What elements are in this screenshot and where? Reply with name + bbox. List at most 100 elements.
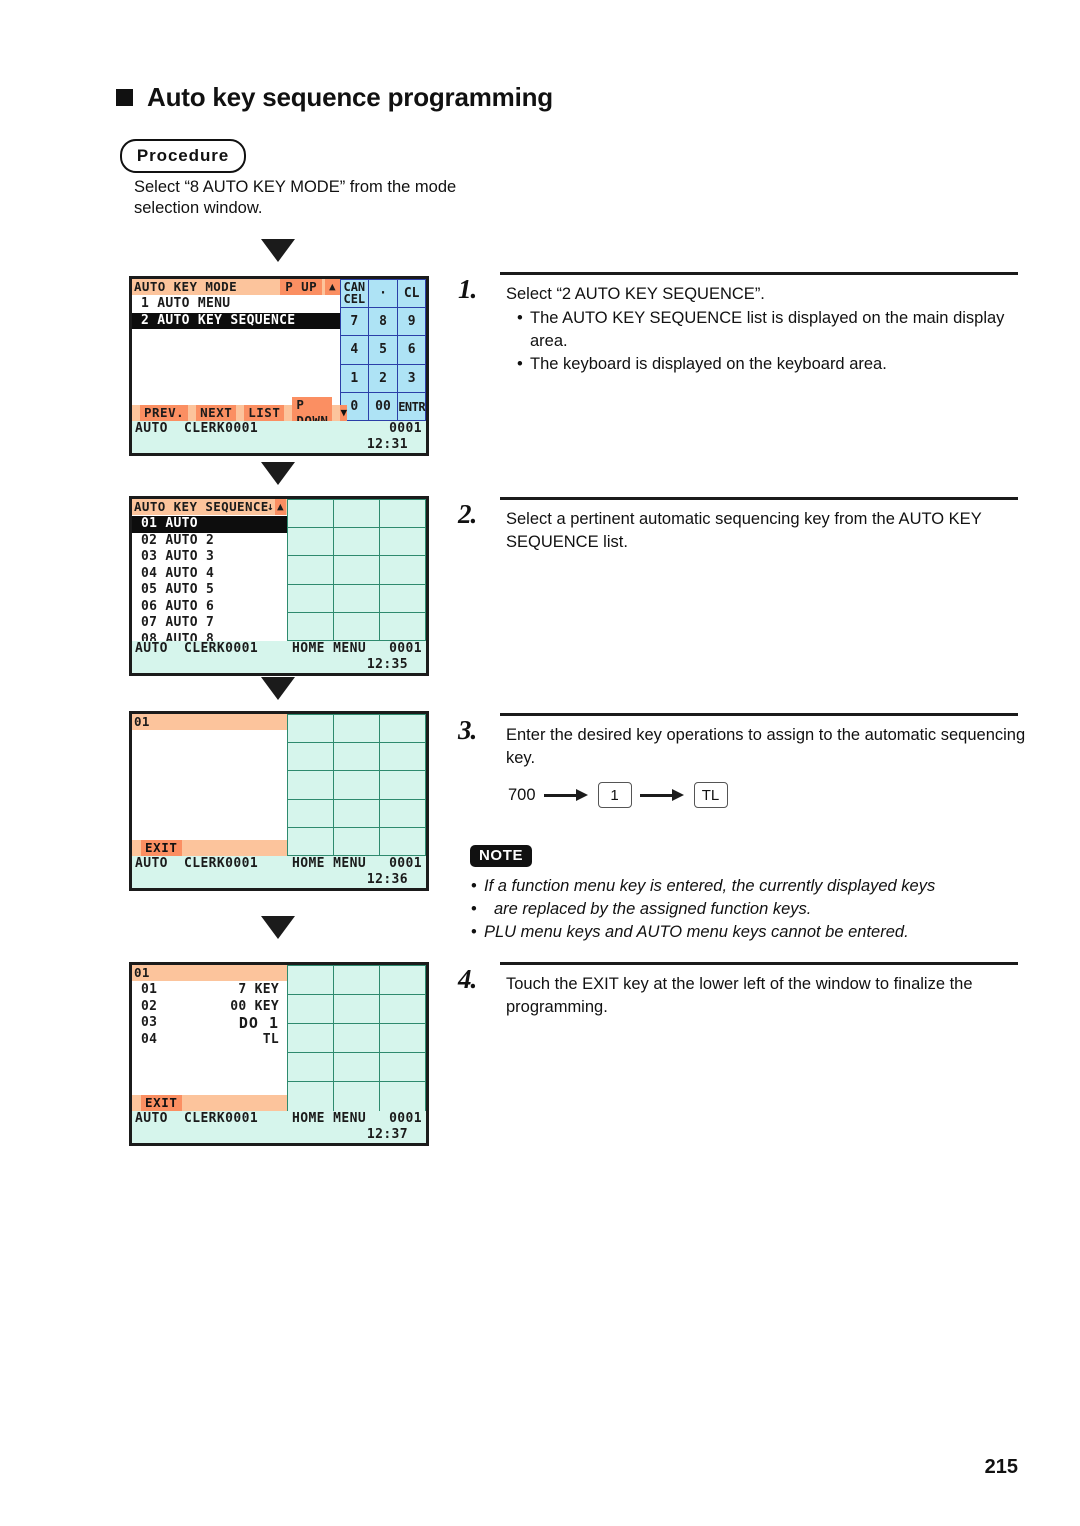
keyboard-cell[interactable] [286,798,334,829]
keyboard-cell[interactable] [379,612,426,642]
keyboard-cell[interactable] [332,1081,381,1112]
keyboard-cell[interactable] [286,714,334,743]
step-number: 2. [458,499,477,529]
key-sequence-key-tl[interactable]: TL [693,782,728,808]
status-number: 0001 [389,1111,422,1126]
digit-key-6[interactable]: 6 [396,335,426,365]
keyboard-cell[interactable] [379,1052,426,1083]
exit-button[interactable]: EXIT [141,1095,182,1111]
keyboard-cell[interactable] [379,798,426,829]
keyboard-cell[interactable] [332,1022,381,1054]
keyboard-cell[interactable] [286,612,334,642]
digit-key-8[interactable]: 8 [368,306,398,337]
keyboard-cell[interactable] [332,965,381,995]
step-bullet: The AUTO KEY SEQUENCE list is displayed … [517,307,1018,353]
clear-key[interactable]: CL [396,279,426,308]
keyboard-cell[interactable] [332,612,381,642]
keyboard-cell[interactable] [332,1052,381,1083]
key-sequence-key-1[interactable]: 1 [597,782,632,808]
cancel-key-line2: CEL [343,292,366,307]
keyboard-cell[interactable] [332,583,381,614]
list-item[interactable]: 06 AUTO 6 [132,599,287,616]
keyboard-cell[interactable] [332,526,381,557]
keyboard-cell[interactable] [286,770,334,800]
list-item[interactable]: 05 AUTO 5 [132,582,287,599]
keyboard-cell[interactable] [379,827,426,857]
keyboard-cell[interactable] [332,555,381,585]
lcd-status-bar: AUTO CLERK0001 HOME MENU 0001 12:35 [132,641,426,673]
flow-arrow-icon [261,462,295,485]
keyboard-cell[interactable] [286,499,334,528]
lcd-screen-filled-sequence: 01 01 7 KEY 02 00 KEY 03 DO 1 04 TL EXIT… [129,962,429,1146]
digit-key-1[interactable]: 1 [339,363,370,394]
keyboard-cell[interactable] [286,965,334,995]
status-time: 12:37 [366,1127,408,1142]
decimal-key[interactable]: · [368,279,398,308]
exit-button[interactable]: EXIT [141,840,182,856]
keyboard-cell[interactable] [286,1081,334,1112]
keyboard-cell[interactable] [379,499,426,528]
next-button[interactable]: NEXT [196,405,237,421]
digit-key-2[interactable]: 2 [368,363,398,394]
step-bullet: The keyboard is displayed on the keyboar… [517,353,1018,376]
keyboard-cell[interactable] [286,583,334,614]
sequence-entry-row[interactable]: 02 00 KEY [132,999,287,1016]
digit-key-7[interactable]: 7 [339,306,370,337]
scroll-up-icon[interactable]: ▲ [274,499,286,515]
keyboard-cell[interactable] [379,741,426,772]
list-item[interactable]: 04 AUTO 4 [132,566,287,583]
keyboard-cell[interactable] [379,1081,426,1112]
status-menu: HOME MENU [292,641,367,656]
keyboard-cell[interactable] [332,499,381,528]
scroll-down-icon[interactable]: ▼ [340,405,348,421]
list-button[interactable]: LIST [244,405,285,421]
sequence-entry-row[interactable]: 03 DO 1 [132,1015,287,1032]
list-item-selected[interactable]: 2 AUTO KEY SEQUENCE [132,312,340,329]
keyboard-cell[interactable] [286,827,334,857]
keyboard-cell[interactable] [332,741,381,772]
enter-key[interactable]: ENTR [396,392,426,422]
list-item-selected[interactable]: 01 AUTO [132,516,287,533]
keyboard-cell[interactable] [286,555,334,585]
cancel-key[interactable]: CAN CEL [339,279,370,308]
sequence-entry-row[interactable]: 04 TL [132,1032,287,1049]
keyboard-cell[interactable] [286,741,334,772]
keyboard-cell[interactable] [332,993,381,1024]
keyboard-cell[interactable] [379,965,426,995]
keyboard-cell[interactable] [332,798,381,829]
sequence-entry-row[interactable]: 01 7 KEY [132,982,287,999]
step-text: Touch the EXIT key at the lower left of … [506,975,973,1016]
p-up-button[interactable]: P UP [280,279,322,295]
list-item[interactable]: 1 AUTO MENU [132,296,340,313]
keyboard-cell[interactable] [379,714,426,743]
lcd-status-bar: AUTO CLERK0001 HOME MENU 0001 12:36 [132,856,426,888]
digit-key-4[interactable]: 4 [339,335,370,365]
digit-key-9[interactable]: 9 [396,306,426,337]
digit-key-3[interactable]: 3 [396,363,426,394]
list-item[interactable]: 03 AUTO 3 [132,549,287,566]
keyboard-cell[interactable] [379,1022,426,1054]
list-item[interactable]: 02 AUTO 2 [132,533,287,550]
keyboard-cell[interactable] [332,714,381,743]
keyboard-cell[interactable] [332,770,381,800]
keyboard-cell[interactable] [379,993,426,1024]
digit-key-00[interactable]: 00 [368,392,398,422]
list-item[interactable]: 07 AUTO 7 [132,615,287,632]
keyboard-cell[interactable] [379,555,426,585]
keyboard-cell[interactable] [286,1022,334,1054]
flow-arrow-icon [261,239,295,262]
scroll-up-icon[interactable]: ▲ [325,279,340,295]
keyboard-cell[interactable] [332,827,381,857]
keyboard-cell[interactable] [286,526,334,557]
key-sequence-amount: 700 [508,786,536,804]
keyboard-cell[interactable] [379,526,426,557]
step-rule [500,272,1018,275]
keyboard-cell[interactable] [286,993,334,1024]
scroll-down-icon[interactable]: ↓ [267,499,274,515]
keyboard-cell[interactable] [379,770,426,800]
keyboard-cell[interactable] [286,1052,334,1083]
prev-button[interactable]: PREV. [140,405,189,421]
keyboard-area [286,965,426,1112]
digit-key-5[interactable]: 5 [368,335,398,365]
keyboard-cell[interactable] [379,583,426,614]
